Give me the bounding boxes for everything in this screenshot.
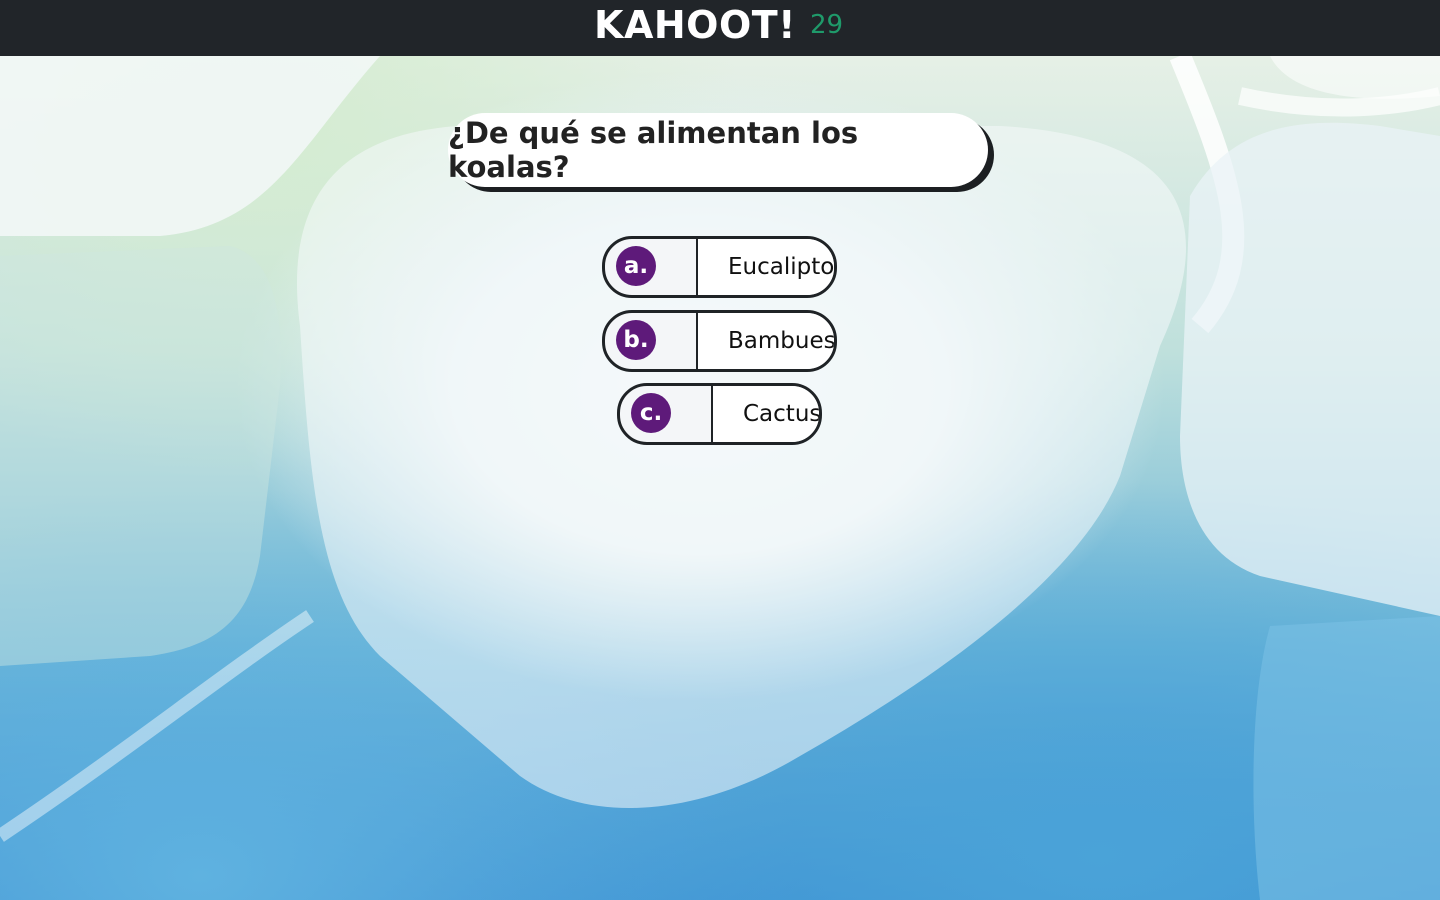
answer-text-b: Bambues xyxy=(696,313,834,369)
top-bar: KAHOOT! 29 xyxy=(0,0,1440,56)
answer-text-c: Cactus xyxy=(711,386,819,442)
answer-letter-b: b. xyxy=(616,320,656,360)
countdown-timer: 29 xyxy=(810,10,844,40)
answer-letter-c: c. xyxy=(631,393,671,433)
answer-option-a[interactable]: a. Eucalipto xyxy=(602,236,837,298)
answer-letter-a: a. xyxy=(616,246,656,286)
answer-option-b[interactable]: b. Bambues xyxy=(602,310,837,372)
question-card: ¿De qué se alimentan los koalas? xyxy=(448,113,988,187)
game-background: ¿De qué se alimentan los koalas? a. Euca… xyxy=(0,56,1440,900)
app-title: KAHOOT! xyxy=(594,3,797,47)
question-text: ¿De qué se alimentan los koalas? xyxy=(448,116,859,184)
answer-option-c[interactable]: c. Cactus xyxy=(617,383,822,445)
answer-text-a: Eucalipto xyxy=(696,239,834,295)
